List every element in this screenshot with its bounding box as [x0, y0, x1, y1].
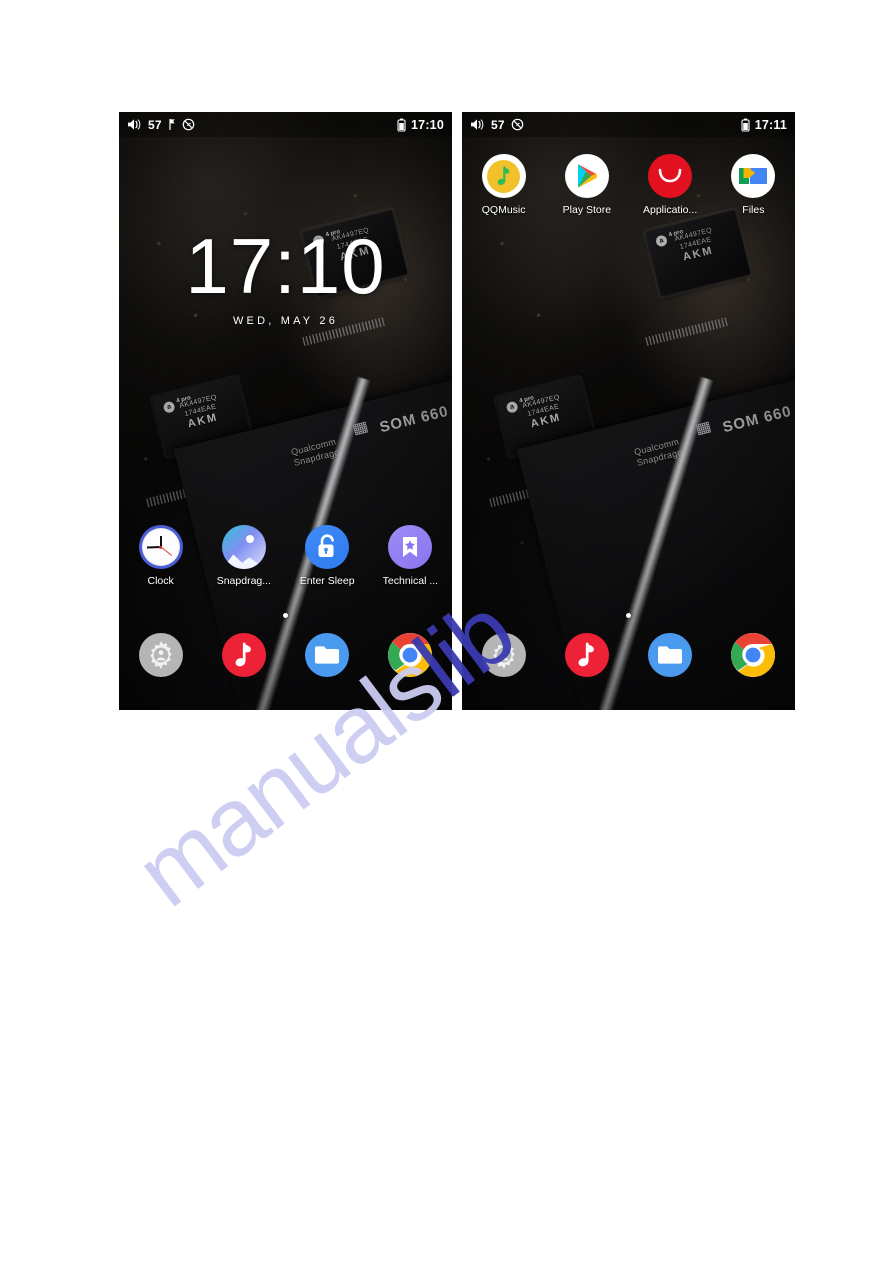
dock-settings[interactable] — [119, 633, 202, 677]
appstore-icon — [648, 154, 693, 198]
unlock-icon — [305, 525, 350, 569]
page-indicator-right[interactable] — [462, 613, 795, 618]
page-dot-active[interactable] — [283, 613, 288, 618]
app-files[interactable]: Files — [712, 154, 795, 216]
dock-chrome[interactable] — [369, 633, 452, 677]
dock-chrome[interactable] — [712, 633, 795, 677]
folder-icon — [648, 633, 693, 677]
volume-value: 57 — [148, 117, 162, 132]
page-indicator-left[interactable] — [119, 613, 452, 618]
chrome-icon — [731, 633, 776, 677]
clock-widget-time: 17:10 — [185, 222, 386, 310]
gear-icon — [481, 633, 526, 677]
status-bar-left-group: 57 — [127, 118, 195, 132]
app-technical[interactable]: Technical ... — [369, 525, 452, 587]
app-application-store[interactable]: Applicatio... — [629, 154, 712, 216]
app-label: Files — [742, 204, 765, 216]
qqmusic-icon — [481, 154, 526, 198]
status-bar-left-group: 57 — [470, 118, 524, 132]
app-label: Play Store — [562, 204, 612, 216]
do-not-disturb-icon — [182, 118, 195, 131]
gallery-icon — [221, 525, 266, 569]
dock-file-manager[interactable] — [629, 633, 712, 677]
status-bar-right: 57 17:11 — [462, 112, 795, 137]
app-grid-left: Clock Snapdrag... Enter Sleep Technical … — [119, 525, 452, 587]
wallpaper-dim — [119, 112, 452, 710]
app-play-store[interactable]: Play Store — [545, 154, 628, 216]
app-label: Technical ... — [382, 575, 439, 587]
phone-screenshot-left: a 4 pro AK4497EQ 1744EAE AKM a 4 pro AK4… — [119, 112, 452, 710]
app-label: Clock — [147, 575, 174, 587]
dock-file-manager[interactable] — [286, 633, 369, 677]
folder-icon — [305, 633, 350, 677]
do-not-disturb-icon — [511, 118, 524, 131]
battery-icon — [397, 118, 406, 132]
app-label: Enter Sleep — [299, 575, 355, 587]
clock-icon — [138, 525, 183, 569]
status-bar-clock: 17:10 — [411, 117, 444, 132]
play-store-icon — [564, 154, 609, 198]
status-bar-right-group: 17:11 — [741, 118, 787, 132]
dock-settings[interactable] — [462, 633, 545, 677]
page-canvas: a 4 pro AK4497EQ 1744EAE AKM a 4 pro AK4… — [0, 0, 893, 1263]
battery-icon — [741, 118, 750, 132]
dock-right — [462, 633, 795, 677]
app-qqmusic[interactable]: QQMusic — [462, 154, 545, 216]
clock-widget-date: WED, MAY 26 — [232, 315, 339, 327]
status-bar-clock: 17:11 — [754, 117, 787, 132]
chrome-icon — [388, 633, 433, 677]
app-clock[interactable]: Clock — [119, 525, 202, 587]
wallpaper-left: a 4 pro AK4497EQ 1744EAE AKM a 4 pro AK4… — [119, 112, 452, 710]
dock-music[interactable] — [202, 633, 285, 677]
app-grid-right: QQMusic Play Store Applicatio... Files — [462, 154, 795, 216]
speaker-icon — [127, 118, 142, 131]
dock-music[interactable] — [545, 633, 628, 677]
dock-left — [119, 633, 452, 677]
phone-screenshot-right: a 4 pro AK4497EQ 1744EAE AKM a 4 pro AK4… — [462, 112, 795, 710]
page-dot-active[interactable] — [626, 613, 631, 618]
watermark: manualslib — [118, 578, 760, 980]
google-files-icon — [731, 154, 776, 198]
app-snapdragon-gallery[interactable]: Snapdrag... — [202, 525, 285, 587]
music-note-icon — [564, 633, 609, 677]
lockscreen-clock-widget[interactable]: 17:10 WED, MAY 26 — [119, 227, 452, 327]
gear-icon — [138, 633, 183, 677]
status-bar-right-group: 17:10 — [397, 118, 444, 132]
bookmark-star-icon — [388, 525, 433, 569]
app-label: Snapdrag... — [216, 575, 272, 587]
music-note-icon — [221, 633, 266, 677]
app-label: Applicatio... — [642, 204, 698, 216]
speaker-icon — [470, 118, 485, 131]
flag-icon — [168, 118, 176, 131]
status-bar-left: 57 17:10 — [119, 112, 452, 137]
app-enter-sleep[interactable]: Enter Sleep — [286, 525, 369, 587]
app-label: QQMusic — [481, 204, 526, 216]
volume-value: 57 — [491, 117, 505, 132]
